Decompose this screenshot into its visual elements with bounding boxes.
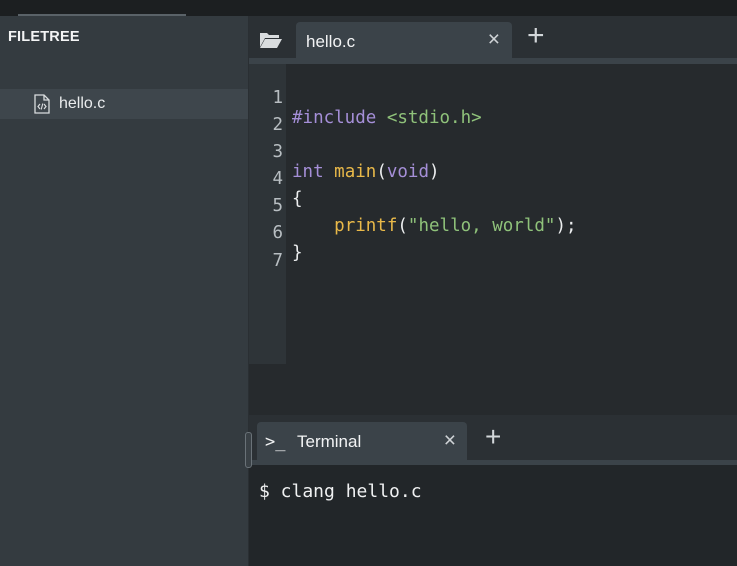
terminal-output[interactable]: $ clang hello.c <box>249 465 737 566</box>
code-editor[interactable]: 1 #include <stdio.h> 2 3 int main(void) … <box>249 64 737 415</box>
code-token: #include <box>292 108 387 128</box>
file-tree-item-label: hello.c <box>59 95 106 112</box>
code-token: printf <box>334 216 398 236</box>
panel-resize-handle[interactable] <box>245 432 252 468</box>
code-token: } <box>292 243 303 263</box>
add-tab-button[interactable]: + <box>527 21 545 51</box>
code-token: { <box>292 189 303 209</box>
code-line[interactable]: 3 int main(void) <box>249 122 439 182</box>
file-tree-panel: FILETREE hello.c <box>0 16 249 566</box>
close-tab-button[interactable]: × <box>488 29 500 50</box>
window-top-bar <box>0 0 737 16</box>
code-line[interactable]: 5 printf("hello, world"); <box>249 176 576 236</box>
editor-tab-strip: hello.c × + <box>249 16 737 60</box>
code-file-icon <box>33 94 51 114</box>
folder-open-icon <box>260 33 282 48</box>
terminal-line: $ clang hello.c <box>259 481 422 502</box>
terminal-prompt-icon: >_ <box>265 432 286 452</box>
code-line[interactable]: 2 <box>249 95 291 135</box>
code-token: ( <box>397 216 408 236</box>
add-terminal-button[interactable]: + <box>485 423 501 451</box>
code-token: <stdio.h> <box>386 108 482 128</box>
open-folder-button[interactable] <box>249 22 293 58</box>
code-token: ) <box>429 162 440 182</box>
tab-label: hello.c <box>306 32 356 51</box>
code-token: ); <box>555 216 577 236</box>
tab-hello-c[interactable]: hello.c × <box>296 22 512 60</box>
code-token: ( <box>376 162 387 182</box>
file-tree-title: FILETREE <box>8 29 80 45</box>
line-number: 7 <box>272 251 283 271</box>
code-line[interactable]: 7 <box>249 231 291 271</box>
code-token: main <box>334 162 377 182</box>
code-line[interactable]: 4 { <box>249 149 302 209</box>
code-line[interactable]: 6 } <box>249 203 302 263</box>
terminal-tab-strip: >_ Terminal × + <box>249 415 737 464</box>
file-tree-item-hello-c[interactable]: hello.c <box>0 89 248 119</box>
close-terminal-button[interactable]: × <box>444 430 456 451</box>
tab-terminal[interactable]: >_ Terminal × <box>257 422 467 464</box>
code-token: "hello, world" <box>407 216 556 236</box>
code-token: int <box>292 162 324 182</box>
code-token: void <box>386 162 430 182</box>
code-line[interactable]: 1 #include <stdio.h> <box>249 68 481 128</box>
terminal-tab-label: Terminal <box>297 432 362 451</box>
